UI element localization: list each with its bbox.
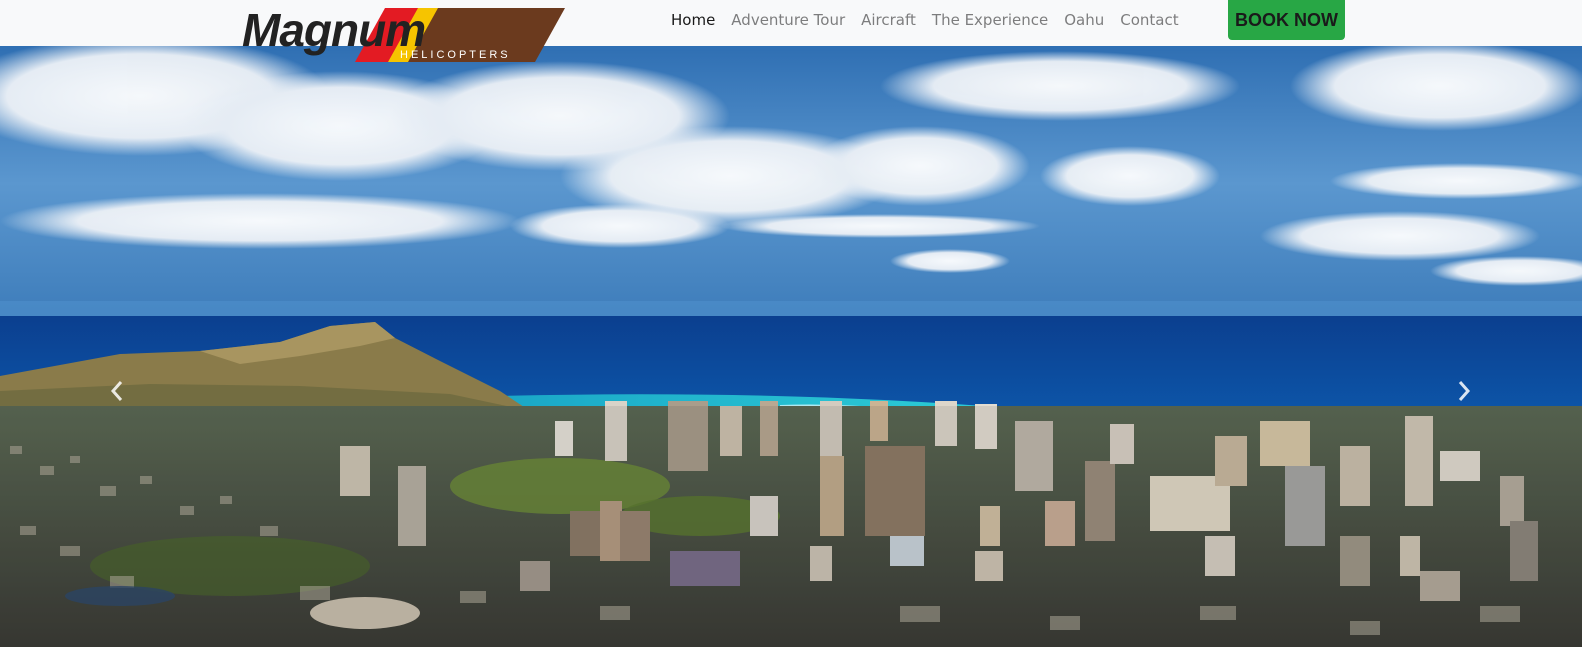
hero-carousel [0, 46, 1582, 647]
nav-item-oahu[interactable]: Oahu [1056, 11, 1112, 29]
logo-wordmark: Magnum [242, 6, 425, 56]
chevron-right-icon [1458, 381, 1471, 401]
nav-item-adventure-tour[interactable]: Adventure Tour [723, 11, 853, 29]
nav-item-home[interactable]: Home [663, 11, 723, 29]
hero-image [0, 46, 1582, 647]
magnum-logo[interactable]: Magnum HELICOPTERS [240, 4, 565, 64]
carousel-next-button[interactable] [1451, 376, 1475, 406]
logo-graphic: Magnum HELICOPTERS [242, 4, 565, 62]
logo-tagline: HELICOPTERS [400, 49, 511, 61]
chevron-left-icon [110, 381, 123, 401]
carousel-prev-button[interactable] [106, 376, 130, 406]
nav-menu: Home Adventure Tour Aircraft The Experie… [663, 0, 1187, 40]
book-now-button[interactable]: BOOK NOW [1228, 0, 1345, 40]
nav-item-aircraft[interactable]: Aircraft [853, 11, 924, 29]
nav-item-contact[interactable]: Contact [1112, 11, 1186, 29]
navbar: Magnum HELICOPTERS Home Adventure Tour A… [0, 0, 1582, 62]
nav-item-the-experience[interactable]: The Experience [924, 11, 1056, 29]
